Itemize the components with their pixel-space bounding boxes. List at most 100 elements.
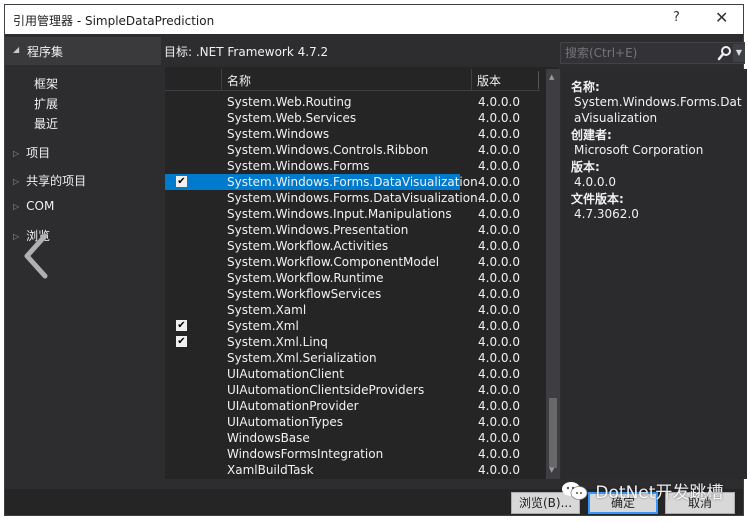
assembly-name: System.Windows — [227, 127, 330, 141]
row-checkbox[interactable]: ✔ — [176, 176, 187, 187]
category-com[interactable]: ▷ COM — [13, 199, 54, 213]
assembly-row[interactable]: UIAutomationProvider 4.0.0.0 — [165, 398, 520, 414]
detail-creator-value: Microsoft Corporation — [574, 143, 704, 157]
subcategory-extensions[interactable]: 扩展 — [34, 95, 58, 112]
assembly-version: 4.0.0.0 — [478, 255, 520, 269]
assembly-row[interactable]: UIAutomationTypes 4.0.0.0 — [165, 414, 520, 430]
assembly-version: 4.0.0.0 — [478, 367, 520, 381]
assembly-row[interactable]: UIAutomationClientsideProviders 4.0.0.0 — [165, 382, 520, 398]
assembly-name: System.Web.Routing — [227, 95, 352, 109]
expanded-triangle-icon: ◢ — [13, 45, 20, 54]
close-button[interactable]: ✕ — [715, 8, 728, 27]
subcategory-recent[interactable]: 最近 — [34, 115, 58, 132]
assembly-version: 4.0.0.0 — [478, 143, 520, 157]
assembly-version: 4.0.0.0 — [478, 271, 520, 285]
detail-version-label: 版本: — [571, 160, 600, 174]
column-header-check[interactable] — [165, 69, 222, 91]
assembly-name: System.Workflow.Runtime — [227, 271, 384, 285]
assembly-version: 4.0.0.0 — [478, 463, 520, 477]
assembly-version: 4.0.0.0 — [478, 447, 520, 461]
assembly-row[interactable]: UIAutomationClient 4.0.0.0 — [165, 366, 520, 382]
detail-name-label: 名称: — [571, 80, 600, 94]
assembly-row[interactable]: XamlBuildTask 4.0.0.0 — [165, 462, 520, 478]
assembly-row[interactable]: System.Workflow.Runtime 4.0.0.0 — [165, 270, 520, 286]
assembly-row[interactable]: ✔ System.Xml 4.0.0.0 — [165, 318, 520, 334]
scroll-thumb[interactable] — [549, 398, 557, 468]
detail-file-version-value: 4.7.3062.0 — [574, 207, 639, 221]
assembly-name: System.Windows.Forms.DataVisualization..… — [227, 191, 493, 205]
assembly-name: System.Xml.Linq — [227, 335, 328, 349]
target-framework-label: 目标: .NET Framework 4.7.2 — [164, 45, 329, 59]
subcategory-framework[interactable]: 框架 — [34, 75, 58, 92]
assembly-version: 4.0.0.0 — [478, 191, 520, 205]
search-input[interactable] — [565, 45, 705, 61]
column-header-version[interactable]: 版本 — [477, 72, 501, 89]
search-options-dropdown-icon[interactable]: ▼ — [733, 44, 745, 62]
assembly-row[interactable]: System.Workflow.ComponentModel 4.0.0.0 — [165, 254, 520, 270]
back-chevron-icon[interactable] — [21, 233, 51, 279]
assembly-name: System.WorkflowServices — [227, 287, 382, 301]
category-projects[interactable]: ▷ 项目 — [13, 144, 50, 161]
assembly-version: 4.0.0.0 — [478, 127, 520, 141]
assembly-list: 名称 版本 System.Web.Routing 4.0.0.0 System.We… — [165, 67, 560, 479]
category-shared-projects[interactable]: ▷ 共享的项目 — [13, 172, 86, 189]
assembly-row[interactable]: System.Windows.Forms 4.0.0.0 — [165, 158, 520, 174]
assembly-version: 4.0.0.0 — [478, 223, 520, 237]
assembly-row[interactable]: ✔ System.Windows.Forms.DataVisualization 4… — [165, 174, 520, 190]
assembly-version: 4.0.0.0 — [478, 383, 520, 397]
category-projects-label: 项目 — [26, 146, 51, 160]
assembly-name: XamlBuildTask — [227, 463, 314, 477]
assembly-name: UIAutomationProvider — [227, 399, 359, 413]
target-framework-bar: 目标: .NET Framework 4.7.2 — [161, 37, 557, 65]
help-button[interactable]: ? — [673, 10, 680, 25]
assembly-name: System.Web.Services — [227, 111, 357, 125]
watermark: DotNet开发跳槽 — [560, 478, 723, 504]
assembly-row[interactable]: WindowsBase 4.0.0.0 — [165, 430, 520, 446]
column-divider[interactable] — [471, 69, 472, 91]
column-header-name[interactable]: 名称 — [227, 72, 251, 89]
assembly-row[interactable]: System.Web.Routing 4.0.0.0 — [165, 94, 520, 110]
reference-manager-window: 引用管理器 - SimpleDataPrediction ? ✕ ◢ 程序集 框… — [4, 4, 747, 516]
assembly-version: 4.0.0.0 — [478, 399, 520, 413]
watermark-text: DotNet开发跳槽 — [595, 483, 724, 503]
list-scrollbar[interactable]: ▲ ▼ — [546, 69, 560, 479]
wechat-icon — [562, 482, 588, 500]
assembly-row[interactable]: System.Windows.Input.Manipulations 4.0.0.… — [165, 206, 520, 222]
collapsed-arrow-icon: ▷ — [13, 149, 20, 158]
detail-file-version-label: 文件版本: — [571, 192, 624, 206]
assembly-row[interactable]: WindowsFormsIntegration 4.0.0.0 — [165, 446, 520, 462]
assembly-version: 4.0.0.0 — [478, 431, 520, 445]
row-checkbox[interactable]: ✔ — [176, 336, 187, 347]
assembly-version: 4.0.0.0 — [478, 319, 520, 333]
category-shared-projects-label: 共享的项目 — [26, 174, 87, 188]
assembly-version: 4.0.0.0 — [478, 207, 520, 221]
assembly-row[interactable]: System.Windows.Forms.DataVisualization..… — [165, 190, 520, 206]
assembly-version: 4.0.0.0 — [478, 287, 520, 301]
scroll-down-arrow-icon[interactable]: ▼ — [549, 466, 554, 474]
assembly-row[interactable]: System.Xaml 4.0.0.0 — [165, 302, 520, 318]
title-bar: 引用管理器 - SimpleDataPrediction ? ✕ — [5, 5, 743, 34]
search-box: ▼ — [560, 42, 745, 64]
assembly-row[interactable]: System.Xml.Serialization 4.0.0.0 — [165, 350, 520, 366]
assembly-name: UIAutomationClientsideProviders — [227, 383, 425, 397]
column-divider[interactable] — [538, 71, 539, 89]
assembly-row[interactable]: ✔ System.Xml.Linq 4.0.0.0 — [165, 334, 520, 350]
scroll-up-arrow-icon[interactable]: ▲ — [549, 73, 554, 81]
assembly-row[interactable]: System.Windows.Controls.Ribbon 4.0.0.0 — [165, 142, 520, 158]
row-checkbox[interactable]: ✔ — [176, 320, 187, 331]
assembly-version: 4.0.0.0 — [478, 159, 520, 173]
search-icon[interactable] — [716, 44, 732, 62]
assembly-row[interactable]: System.WorkflowServices 4.0.0.0 — [165, 286, 520, 302]
assembly-version: 4.0.0.0 — [478, 239, 520, 253]
collapsed-arrow-icon: ▷ — [13, 177, 20, 186]
assembly-name: System.Windows.Controls.Ribbon — [227, 143, 429, 157]
details-panel: 名称: System.Windows.Forms.DataVisualizati… — [561, 69, 747, 479]
assembly-name: System.Windows.Presentation — [227, 223, 409, 237]
assembly-row[interactable]: System.Workflow.Activities 4.0.0.0 — [165, 238, 520, 254]
assembly-name: UIAutomationClient — [227, 367, 344, 381]
assembly-row[interactable]: System.Windows 4.0.0.0 — [165, 126, 520, 142]
detail-name-value: System.Windows.Forms.DataVisualization — [574, 95, 742, 125]
assembly-row[interactable]: System.Web.Services 4.0.0.0 — [165, 110, 520, 126]
category-assemblies[interactable]: ◢ 程序集 — [5, 37, 161, 65]
assembly-row[interactable]: System.Windows.Presentation 4.0.0.0 — [165, 222, 520, 238]
